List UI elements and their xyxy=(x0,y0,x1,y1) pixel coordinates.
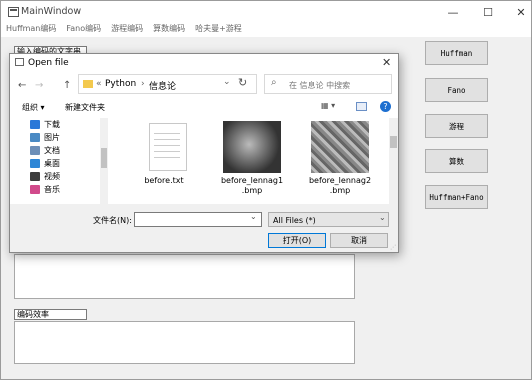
help-icon[interactable]: ? xyxy=(380,101,391,112)
nav-documents[interactable]: 文档 xyxy=(30,144,108,157)
search-box[interactable]: ⌕ 在 信息论 中搜索 xyxy=(264,74,392,94)
new-folder-button[interactable]: 新建文件夹 xyxy=(65,102,105,113)
nav-pictures[interactable]: 图片 xyxy=(30,131,108,144)
file-item[interactable]: before_lennag1 .bmp xyxy=(216,121,288,196)
close-button[interactable]: ✕ xyxy=(514,5,528,19)
videos-icon xyxy=(30,172,40,181)
menu-rle[interactable]: 游程编码 xyxy=(106,23,148,37)
nav-music[interactable]: 音乐 xyxy=(30,183,108,196)
path-chevron-icon[interactable]: ⌄ xyxy=(223,77,231,87)
dialog-title: Open file xyxy=(28,58,69,68)
path-current[interactable]: 信息论 xyxy=(149,79,176,92)
file-scrollbar[interactable] xyxy=(389,118,398,204)
window-title: MainWindow xyxy=(21,6,82,17)
menu-fano[interactable]: Fano编码 xyxy=(61,23,106,37)
refresh-icon[interactable]: ↻ xyxy=(238,76,247,89)
desktop-icon xyxy=(30,159,40,168)
dialog-bottom: 文件名(N): ⌄ All Files (*) ⌄ 打开(O) 取消 ⋰ xyxy=(10,204,398,252)
dialog-icon xyxy=(15,58,24,66)
filename-label: 文件名(N): xyxy=(93,216,132,225)
huffman-fano-button[interactable]: Huffman+Fano xyxy=(425,185,488,209)
folder-icon xyxy=(83,80,93,88)
output-textarea[interactable] xyxy=(14,254,355,299)
nav-label: 图片 xyxy=(44,133,60,142)
up-icon[interactable]: ↑ xyxy=(63,80,71,91)
rle-button[interactable]: 游程 xyxy=(425,114,488,138)
nav-label: 文档 xyxy=(44,146,60,155)
download-icon xyxy=(30,120,40,129)
music-icon xyxy=(30,185,40,194)
file-list: before.txt before_lennag1 .bmp before_le… xyxy=(108,118,388,204)
path-sep2: › xyxy=(141,79,145,89)
address-bar[interactable]: « Python › 信息论 ⌄ xyxy=(78,74,257,94)
title-bar: MainWindow — ☐ ✕ xyxy=(1,1,531,23)
efficiency-textarea[interactable] xyxy=(14,321,355,364)
fano-button[interactable]: Fano xyxy=(425,78,488,102)
arith-button[interactable]: 算数 xyxy=(425,149,488,173)
maximize-button[interactable]: ☐ xyxy=(481,5,495,19)
nav-desktop[interactable]: 桌面 xyxy=(30,157,108,170)
forward-icon[interactable]: → xyxy=(35,80,43,91)
file-scroll-thumb[interactable] xyxy=(390,136,397,148)
file-name: before.txt xyxy=(144,176,184,185)
nav-scroll-thumb[interactable] xyxy=(101,148,107,168)
navigation-pane: 下载 图片 文档 桌面 视频 音乐 xyxy=(10,118,108,204)
organize-menu[interactable]: 组织 ▾ xyxy=(22,102,45,113)
image-thumbnail xyxy=(311,121,369,173)
filename-dropdown-icon[interactable]: ⌄ xyxy=(250,212,257,221)
menu-bar: Huffman编码 Fano编码 游程编码 算数编码 哈夫曼+游程 xyxy=(1,23,531,37)
text-file-icon xyxy=(135,121,193,173)
nav-downloads[interactable]: 下载 xyxy=(30,118,108,131)
file-name: before_lennag2 .bmp xyxy=(308,176,372,195)
back-icon[interactable]: ← xyxy=(18,80,26,91)
huffman-button[interactable]: Huffman xyxy=(425,41,488,65)
nav-label: 桌面 xyxy=(44,159,60,168)
open-button[interactable]: 打开(O) xyxy=(268,233,326,248)
minimize-button[interactable]: — xyxy=(446,5,460,19)
path-sep: « xyxy=(96,79,102,89)
nav-videos[interactable]: 视频 xyxy=(30,170,108,183)
dialog-close-icon[interactable]: ✕ xyxy=(382,56,391,69)
path-python[interactable]: Python xyxy=(105,79,136,89)
resize-grip-icon[interactable]: ⋰ xyxy=(390,244,396,251)
image-thumbnail xyxy=(223,121,281,173)
menu-huffman-rle[interactable]: 哈夫曼+游程 xyxy=(190,23,247,37)
nav-label: 视频 xyxy=(44,172,60,181)
documents-icon xyxy=(30,146,40,155)
preview-pane-icon[interactable] xyxy=(356,102,367,111)
dialog-toolbar: 组织 ▾ 新建文件夹 ▦ ▾ ? xyxy=(10,98,398,118)
file-item[interactable]: before_lennag2 .bmp xyxy=(304,121,376,196)
menu-arithmetic[interactable]: 算数编码 xyxy=(148,23,190,37)
filetype-select[interactable]: All Files (*) ⌄ xyxy=(268,212,389,227)
chevron-down-icon: ⌄ xyxy=(379,213,386,222)
cancel-button[interactable]: 取消 xyxy=(330,233,388,248)
open-file-dialog: Open file ✕ ← → ↑ « Python › 信息论 ⌄ ↻ ⌕ 在… xyxy=(9,53,399,253)
pictures-icon xyxy=(30,133,40,142)
efficiency-label: 编码效率 xyxy=(14,309,87,320)
search-placeholder: 在 信息论 中搜索 xyxy=(289,81,351,90)
search-icon: ⌕ xyxy=(271,77,277,88)
nav-label: 下载 xyxy=(44,120,60,129)
nav-label: 音乐 xyxy=(44,185,60,194)
file-item[interactable]: before.txt xyxy=(128,121,200,185)
filetype-value: All Files (*) xyxy=(273,216,316,225)
menu-huffman[interactable]: Huffman编码 xyxy=(1,23,61,37)
file-name: before_lennag1 .bmp xyxy=(220,176,284,195)
app-icon xyxy=(8,7,19,17)
filename-input[interactable] xyxy=(134,212,262,227)
view-menu[interactable]: ▦ ▾ xyxy=(321,101,335,110)
nav-scrollbar[interactable] xyxy=(100,118,108,204)
